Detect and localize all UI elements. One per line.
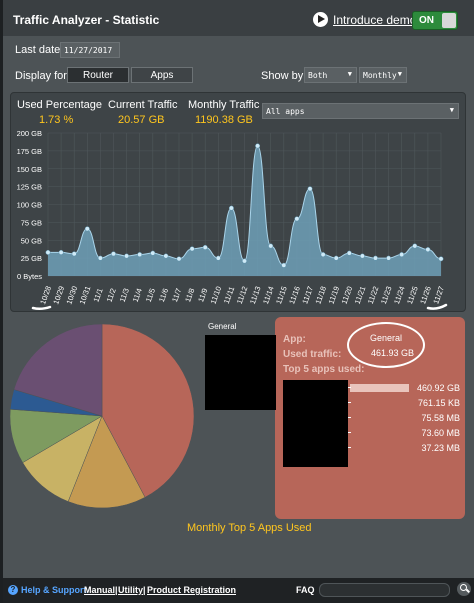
redacted-block: [283, 380, 348, 467]
data-point: [176, 256, 182, 262]
y-tick-label: 100 GB: [17, 201, 42, 210]
data-point: [281, 262, 287, 268]
app-label: App:: [283, 334, 306, 345]
x-tick-label: 11/8: [183, 287, 196, 303]
data-point: [333, 255, 339, 261]
faq-search-input[interactable]: [319, 583, 450, 597]
manual-link[interactable]: Manual: [84, 585, 115, 595]
x-tick-label: 11/3: [118, 287, 131, 303]
data-point: [97, 255, 103, 261]
data-point: [71, 251, 77, 257]
data-point: [373, 255, 378, 261]
help-icon: ?: [8, 585, 18, 595]
redacted-block: [205, 335, 276, 410]
x-tick-label: 11/27: [431, 285, 446, 305]
data-point: [228, 205, 234, 211]
top5-tick: [348, 402, 351, 403]
card-header: General: [208, 322, 237, 331]
data-point: [150, 250, 156, 256]
top5-value: 73.60 MB: [421, 428, 460, 438]
search-icon[interactable]: [457, 582, 471, 596]
x-tick-label: 11/2: [105, 287, 118, 303]
y-tick-label: 75 GB: [21, 218, 42, 227]
top5-bar: [350, 384, 410, 392]
data-point: [242, 258, 247, 264]
x-tick-label: 11/5: [144, 287, 157, 303]
help-support-link[interactable]: Help & Support: [21, 585, 87, 595]
data-point: [412, 243, 418, 249]
data-point: [386, 255, 392, 261]
top5-tick: [348, 447, 351, 448]
data-point: [58, 249, 64, 255]
data-point: [307, 186, 313, 192]
y-tick-label: 0 Bytes: [17, 272, 42, 281]
data-point: [268, 243, 274, 249]
top5-value: 75.58 MB: [421, 413, 460, 423]
top5-tick: [348, 417, 351, 418]
top5-bar: [350, 429, 410, 437]
top5-value: 37.23 MB: [421, 443, 460, 453]
data-point: [124, 253, 130, 259]
top5-bar: [350, 399, 410, 407]
top5-bar: [350, 444, 410, 452]
apps-pie-chart: [9, 323, 195, 509]
x-tick-label: 11/4: [131, 287, 144, 303]
data-point: [202, 244, 208, 250]
top5-value: 460.92 GB: [416, 383, 460, 393]
y-tick-label: 50 GB: [21, 236, 42, 245]
data-point: [84, 226, 90, 232]
y-tick-label: 200 GB: [17, 129, 42, 138]
y-tick-label: 25 GB: [21, 254, 42, 263]
data-point: [294, 216, 300, 222]
annotation-mark: [31, 305, 52, 311]
data-point: [359, 253, 365, 259]
data-point: [399, 252, 405, 258]
top5-value: 761.15 KB: [417, 398, 460, 408]
top5-bar: [350, 414, 410, 422]
y-tick-label: 175 GB: [17, 147, 42, 156]
data-point: [45, 249, 51, 255]
x-tick-label: 11/7: [170, 287, 183, 303]
data-point: [255, 143, 261, 149]
x-tick-label: 11/1: [91, 287, 104, 303]
data-point: [438, 256, 444, 262]
data-point: [111, 251, 116, 257]
data-point: [346, 250, 352, 256]
faq-label: FAQ: [296, 585, 315, 595]
highlight-circle: [347, 322, 425, 368]
top5-tick: [348, 387, 351, 388]
x-tick-label: 11/9: [196, 287, 209, 303]
y-tick-label: 150 GB: [17, 165, 42, 174]
traffic-area-chart: 200 GB 175 GB 150 GB 125 GB 100 GB 75 GB 50 GB…: [17, 129, 448, 311]
footer-separator: |: [143, 585, 146, 595]
top5-bar-fill: [350, 384, 410, 392]
data-point: [320, 252, 326, 258]
pie-caption: Monthly Top 5 Apps Used: [187, 522, 312, 534]
utility-link[interactable]: Utility: [118, 585, 143, 595]
data-point: [163, 253, 169, 259]
footer: ? Help & Support Manual | Utility | Prod…: [3, 578, 474, 603]
data-point: [189, 246, 195, 252]
used-traffic-label: Used traffic:: [283, 349, 342, 360]
annotation-mark: [426, 303, 448, 310]
top5-label: Top 5 apps used:: [283, 364, 365, 375]
data-point: [137, 252, 143, 258]
top5-tick: [348, 432, 351, 433]
y-tick-label: 125 GB: [17, 183, 42, 192]
product-registration-link[interactable]: Product Registration: [147, 585, 236, 595]
x-tick-label: 10/31: [78, 285, 93, 306]
data-point: [215, 255, 221, 261]
data-point: [425, 247, 431, 252]
x-tick-label: 11/6: [157, 287, 170, 303]
